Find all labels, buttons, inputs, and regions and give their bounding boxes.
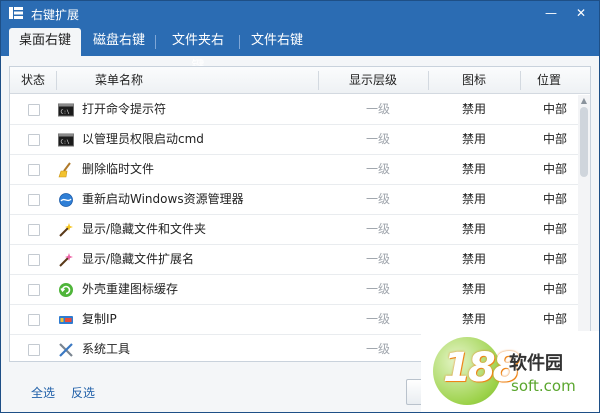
row-checkbox[interactable] — [28, 344, 40, 356]
tab-folder[interactable]: 文件夹右键 — [157, 28, 239, 74]
table-row[interactable]: C:\ 以管理员权限启动cmd 一级 禁用 中部 — [10, 125, 578, 155]
magic-wand-pink-icon — [59, 253, 73, 267]
invert-selection-link[interactable]: 反选 — [71, 384, 95, 401]
table-row[interactable]: 显示/隐藏文件和文件夹 一级 禁用 中部 — [10, 215, 578, 245]
header-icon[interactable]: 图标 — [428, 67, 520, 94]
window-title: 右键扩展 — [31, 8, 80, 22]
tab-separator — [239, 35, 240, 49]
row-name: 显示/隐藏文件和文件夹 — [82, 222, 207, 236]
tab-desktop[interactable]: 桌面右键 — [9, 28, 81, 56]
row-checkbox[interactable] — [28, 224, 40, 236]
watermark-logo: 188 软件园 soft.com — [421, 331, 599, 412]
header-position[interactable]: 位置 — [520, 67, 578, 94]
explorer-icon — [59, 193, 73, 207]
row-level[interactable]: 一级 — [328, 305, 428, 334]
scroll-thumb[interactable] — [580, 107, 588, 177]
header-name[interactable]: 菜单名称 — [56, 67, 182, 94]
row-name: 复制IP — [82, 312, 117, 326]
table-row[interactable]: 重新启动Windows资源管理器 一级 禁用 中部 — [10, 185, 578, 215]
row-icon-state[interactable]: 禁用 — [428, 95, 520, 124]
row-icon-state[interactable]: 禁用 — [428, 125, 520, 154]
row-level[interactable]: 一级 — [328, 185, 428, 214]
row-name: 显示/隐藏文件扩展名 — [82, 252, 195, 266]
watermark-subtitle: soft.com — [511, 377, 576, 395]
header-state[interactable]: 状态 — [10, 67, 56, 94]
row-name: 删除临时文件 — [82, 162, 155, 176]
close-button[interactable]: ✕ — [571, 4, 591, 22]
row-icon-state[interactable]: 禁用 — [428, 185, 520, 214]
magic-wand-icon — [59, 223, 73, 237]
row-icon-state[interactable]: 禁用 — [428, 155, 520, 184]
table-header: 状态 菜单名称 显示层级 图标 位置 — [10, 67, 590, 94]
row-checkbox[interactable] — [28, 164, 40, 176]
row-level[interactable]: 一级 — [328, 95, 428, 124]
row-checkbox[interactable] — [28, 314, 40, 326]
refresh-icon — [59, 283, 73, 297]
row-checkbox[interactable] — [28, 134, 40, 146]
row-name: 重新启动Windows资源管理器 — [82, 192, 244, 206]
row-checkbox[interactable] — [28, 284, 40, 296]
row-checkbox[interactable] — [28, 254, 40, 266]
row-checkbox[interactable] — [28, 104, 40, 116]
app-window: 右键扩展 — ✕ 桌面右键 磁盘右键 文件夹右键 文件右键 状态 菜单名称 显示… — [0, 0, 600, 413]
tab-disk[interactable]: 磁盘右键 — [83, 28, 155, 56]
row-level[interactable]: 一级 — [328, 335, 428, 361]
menu-table: 状态 菜单名称 显示层级 图标 位置 C:\ 打开命令提示符 一级 禁用 中部 … — [9, 66, 591, 362]
row-icon-state[interactable]: 禁用 — [428, 245, 520, 274]
row-icon-state[interactable]: 禁用 — [428, 215, 520, 244]
row-name: 以管理员权限启动cmd — [82, 132, 204, 146]
table-row[interactable]: 删除临时文件 一级 禁用 中部 — [10, 155, 578, 185]
table-row[interactable]: 外壳重建图标缓存 一级 禁用 中部 — [10, 275, 578, 305]
scroll-up-icon[interactable]: ▲ — [579, 97, 589, 105]
cmd-icon: C:\ — [58, 103, 74, 117]
tab-bar: 桌面右键 磁盘右键 文件夹右键 文件右键 — [1, 26, 599, 74]
row-checkbox[interactable] — [28, 194, 40, 206]
broom-icon — [58, 162, 71, 178]
row-level[interactable]: 一级 — [328, 215, 428, 244]
select-all-link[interactable]: 全选 — [31, 384, 55, 401]
svg-text:C:\: C:\ — [61, 110, 70, 116]
svg-text:C:\: C:\ — [61, 140, 70, 146]
tab-separator — [155, 35, 156, 49]
cmd-admin-icon: C:\ — [58, 133, 74, 147]
row-name: 打开命令提示符 — [82, 102, 167, 116]
table-row[interactable]: C:\ 打开命令提示符 一级 禁用 中部 — [10, 95, 578, 125]
row-level[interactable]: 一级 — [328, 125, 428, 154]
row-level[interactable]: 一级 — [328, 245, 428, 274]
tools-icon — [59, 343, 73, 357]
app-icon — [9, 7, 23, 19]
row-name: 系统工具 — [82, 342, 131, 356]
row-name: 外壳重建图标缓存 — [82, 282, 179, 296]
row-level[interactable]: 一级 — [328, 275, 428, 304]
row-icon-state[interactable]: 禁用 — [428, 305, 520, 334]
watermark-number: 188 — [443, 345, 520, 391]
ip-icon — [59, 316, 73, 324]
row-icon-state[interactable]: 禁用 — [428, 275, 520, 304]
table-row[interactable]: 显示/隐藏文件扩展名 一级 禁用 中部 — [10, 245, 578, 275]
vertical-scrollbar[interactable]: ▲ — [578, 95, 590, 361]
minimize-button[interactable]: — — [541, 4, 561, 22]
title-bar: 右键扩展 — ✕ — [1, 1, 599, 26]
row-level[interactable]: 一级 — [328, 155, 428, 184]
tab-file[interactable]: 文件右键 — [241, 28, 313, 56]
header-level[interactable]: 显示层级 — [318, 67, 428, 94]
watermark-title: 软件园 — [509, 353, 563, 374]
